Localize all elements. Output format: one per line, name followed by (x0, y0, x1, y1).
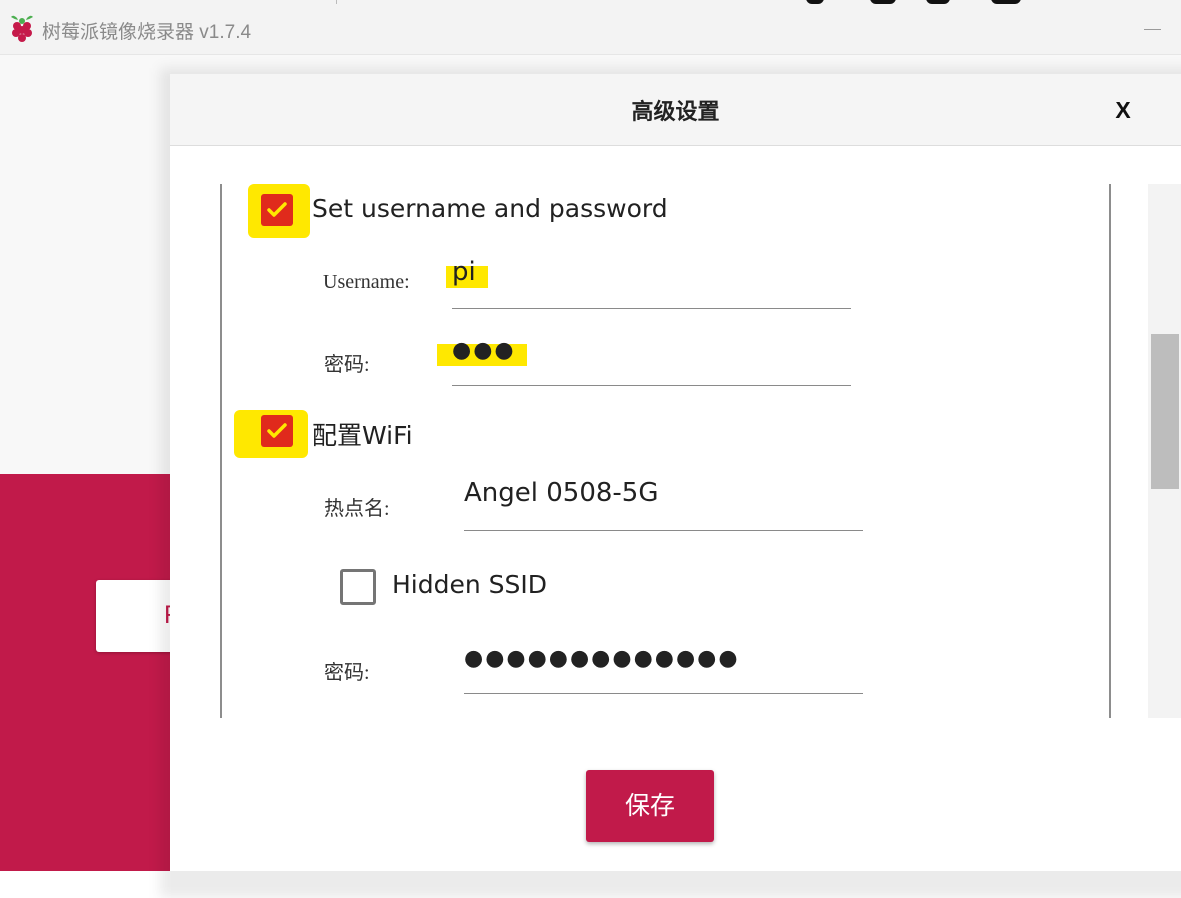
password-label: 密码: (324, 354, 370, 376)
app-title: 树莓派镜像烧录器 v1.7.4 (42, 22, 252, 43)
cropped-heading (806, 0, 1021, 4)
set-username-label: Set username and password (312, 194, 668, 223)
advanced-settings-dialog: 高级设置 X Set username and password Usernam… (170, 74, 1181, 871)
minimize-icon[interactable] (1144, 29, 1161, 30)
ssid-label: 热点名: (324, 498, 390, 520)
username-label: Username: (323, 271, 410, 293)
hidden-ssid-label: Hidden SSID (392, 570, 548, 599)
wifi-password-input[interactable]: ●●●●●●●●●●●●● (464, 646, 740, 671)
window-titlebar: 树莓派镜像烧录器 v1.7.4 (0, 0, 1181, 55)
raspberry-icon (11, 15, 33, 42)
wifi-password-underline (464, 693, 863, 694)
dialog-title: 高级设置 (631, 100, 720, 125)
configure-wifi-label: 配置WiFi (312, 421, 413, 450)
ssid-underline (464, 530, 863, 531)
hidden-ssid-checkbox[interactable] (340, 569, 376, 605)
ssid-input[interactable]: Angel 0508-5G (464, 478, 659, 508)
set-username-checkbox[interactable] (261, 194, 293, 226)
username-input[interactable]: pi (452, 257, 476, 287)
configure-wifi-checkbox[interactable] (261, 415, 293, 447)
checkmark-icon (267, 423, 287, 438)
password-underline (452, 385, 851, 386)
content-frame-right (1109, 184, 1111, 718)
top-divider (336, 0, 337, 4)
dialog-header: 高级设置 X (170, 74, 1181, 146)
scrollbar-thumb[interactable] (1151, 334, 1179, 489)
wifi-password-label: 密码: (324, 662, 370, 684)
save-button[interactable]: 保存 (586, 770, 714, 842)
checkmark-icon (267, 202, 287, 217)
content-frame-left (220, 184, 222, 718)
close-icon[interactable]: X (1108, 95, 1138, 125)
username-underline (452, 308, 851, 309)
password-input[interactable]: ●●● (452, 338, 516, 363)
